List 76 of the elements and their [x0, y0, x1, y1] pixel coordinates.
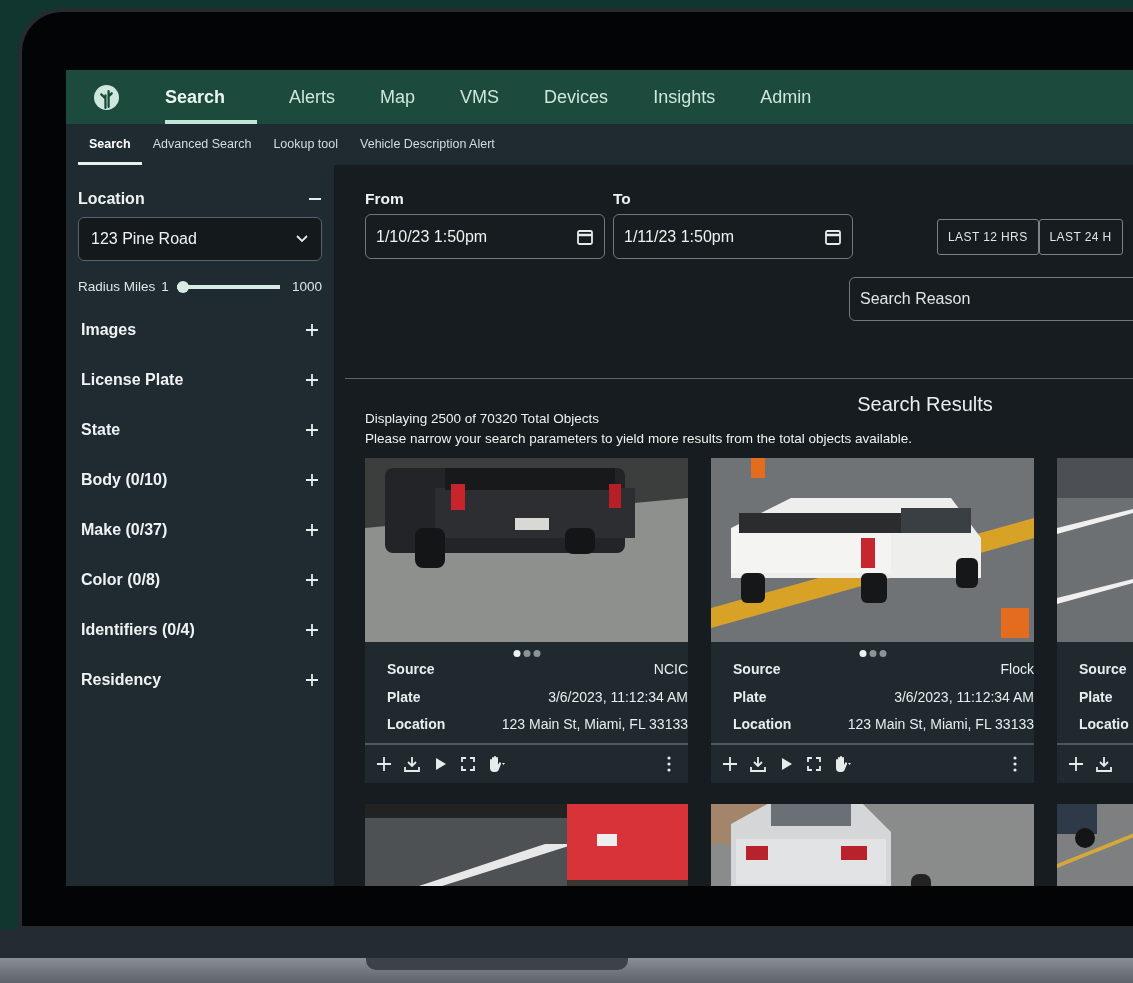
plus-icon[interactable]	[305, 323, 319, 338]
nav-tab[interactable]: Alerts	[267, 70, 358, 124]
detail-value: NCIC	[653, 660, 688, 680]
plus-icon[interactable]	[721, 754, 739, 773]
plus-icon[interactable]	[305, 623, 319, 638]
chevron-down-icon	[295, 234, 309, 244]
tree-logo-icon[interactable]	[94, 84, 119, 110]
field-label: From	[365, 189, 405, 209]
plus-icon[interactable]	[305, 523, 319, 538]
detail-label: Plate	[1079, 687, 1113, 707]
filter-label[interactable]: Residency	[81, 668, 162, 693]
search-reason-field[interactable]: Search Reason	[849, 277, 1133, 322]
results-hint: Please narrow your search parameters to yield more results from the total objects available.	[365, 430, 913, 449]
carousel-dot[interactable]	[523, 650, 530, 658]
slider-min-value: 1	[161, 278, 169, 296]
plus-icon[interactable]	[375, 754, 393, 773]
hand-icon[interactable]	[487, 754, 505, 773]
carousel-dot[interactable]	[513, 650, 520, 658]
date-field[interactable]: 1/10/23 1:50pm	[365, 214, 605, 260]
detail-label: Location	[733, 715, 792, 735]
filter-label[interactable]: Images	[81, 318, 137, 343]
filter-label[interactable]: Body (0/10)	[81, 468, 168, 493]
field-label: To	[613, 189, 632, 209]
results-summary: Displaying 2500 of 70320 Total Objects	[365, 410, 600, 429]
sub-tab[interactable]: Lookup tool	[262, 124, 350, 165]
carousel-dot[interactable]	[879, 650, 886, 658]
filter-label[interactable]: Identifiers (0/4)	[81, 618, 195, 643]
detail-value: Flock	[1000, 660, 1034, 680]
time-range-button[interactable]: LAST 24 H	[1038, 219, 1123, 256]
detail-value: 3/6/2023, 11:12:34 AM	[894, 687, 1034, 707]
detail-label: Source	[733, 660, 781, 680]
section-label: Location	[78, 189, 145, 209]
download-icon[interactable]	[1095, 754, 1113, 773]
location-select[interactable]: 123 Pine Road	[78, 217, 322, 261]
detail-label: Plate	[733, 687, 767, 707]
filter-label[interactable]: Color (0/8)	[81, 568, 161, 593]
detail-label: Source	[1079, 660, 1127, 680]
plus-icon[interactable]	[305, 573, 319, 588]
filter-label[interactable]: License Plate	[81, 368, 184, 393]
detail-value: 123 Main St, Miami, FL 33133	[501, 715, 688, 735]
carousel-dot[interactable]	[869, 650, 876, 658]
nav-tab[interactable]: Insights	[631, 70, 738, 124]
slider-thumb[interactable]	[176, 281, 189, 294]
results-heading: Search Results	[856, 392, 994, 418]
carousel-dot[interactable]	[859, 650, 866, 658]
hand-icon[interactable]	[833, 754, 851, 773]
sub-tab[interactable]: Vehicle Description Alert	[349, 124, 506, 165]
plus-icon[interactable]	[305, 373, 319, 388]
nav-tab[interactable]: Devices	[522, 70, 631, 124]
plus-icon[interactable]	[305, 673, 319, 688]
detail-label: Source	[387, 660, 435, 680]
detail-value: 3/6/2023, 11:12:34 AM	[548, 687, 688, 707]
carousel-dot[interactable]	[533, 650, 540, 658]
calendar-icon[interactable]	[576, 227, 594, 246]
download-icon[interactable]	[749, 754, 767, 773]
calendar-icon[interactable]	[824, 227, 842, 246]
detail-label: Location	[387, 715, 446, 735]
time-range-button[interactable]: LAST 12 HRS	[937, 219, 1039, 256]
plus-icon[interactable]	[305, 473, 319, 488]
detail-label: Plate	[387, 687, 421, 707]
fullscreen-icon[interactable]	[459, 754, 477, 773]
nav-tab[interactable]: VMS	[438, 70, 522, 124]
slider-label: Radius Miles	[78, 278, 156, 296]
sub-tab[interactable]: Advanced Search	[141, 124, 263, 165]
fullscreen-icon[interactable]	[805, 754, 823, 773]
filter-label[interactable]: State	[81, 418, 121, 443]
detail-label: Locatio	[1079, 715, 1129, 735]
slider-max-value: 1000	[291, 278, 322, 296]
filter-label[interactable]: Make (0/37)	[81, 518, 168, 543]
nav-tab[interactable]: Map	[358, 70, 438, 124]
plus-icon[interactable]	[1067, 754, 1085, 773]
detail-value: 123 Main St, Miami, FL 33133	[847, 715, 1034, 735]
plus-icon[interactable]	[305, 423, 319, 438]
date-field[interactable]: 1/11/23 1:50pm	[613, 214, 853, 260]
nav-tab[interactable]: Admin	[738, 70, 834, 124]
download-icon[interactable]	[403, 754, 421, 773]
